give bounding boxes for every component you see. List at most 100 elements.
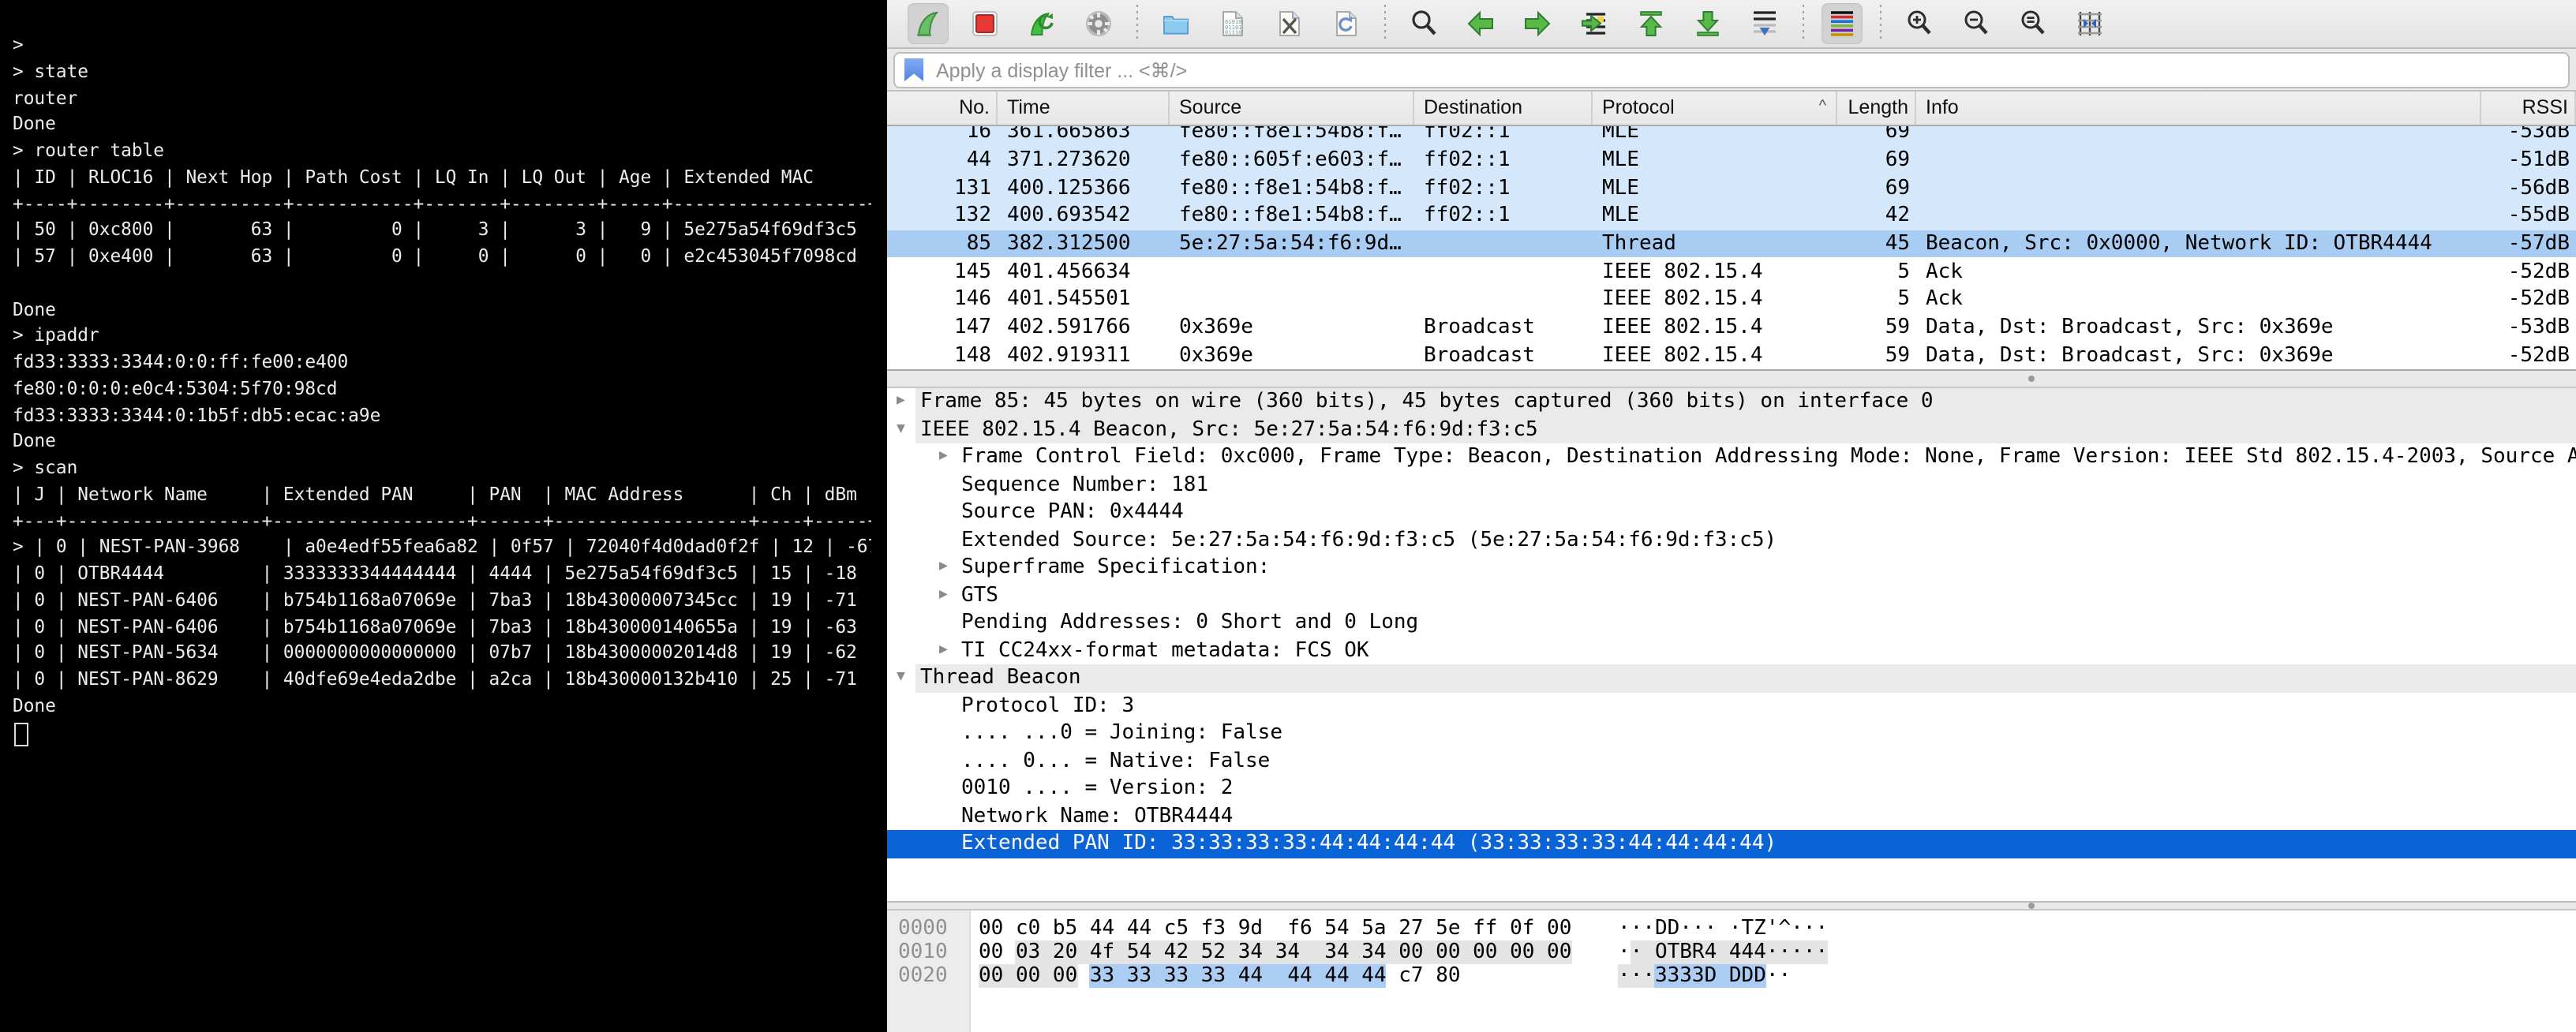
column-header-label: No. [959, 96, 990, 118]
last-packet-button[interactable] [1687, 3, 1728, 44]
next-packet-button[interactable] [1517, 3, 1558, 44]
detail-row[interactable]: ▶ TI CC24xx-format metadata: FCS OK [887, 637, 2576, 664]
last-packet-icon [1692, 8, 1724, 39]
packet-cell-time: 361.665863 [998, 126, 1170, 144]
detail-row[interactable]: Protocol ID: 3 [887, 692, 2576, 720]
zoom-out-button[interactable] [1956, 3, 1997, 44]
detail-row[interactable]: Pending Addresses: 0 Short and 0 Long [887, 609, 2576, 637]
terminal-line: > | 0 | NEST-PAN-3968 | a0e4edf55fea6a82… [13, 536, 871, 558]
terminal-cursor [14, 722, 28, 746]
reload-file-button[interactable] [1326, 3, 1367, 44]
detail-row[interactable]: Source PAN: 0x4444 [887, 499, 2576, 526]
detail-row[interactable]: ▶GTS [887, 581, 2576, 609]
detail-row[interactable]: 0010 .... = Version: 2 [887, 775, 2576, 802]
collapsed-arrow-icon[interactable]: ▶ [939, 637, 948, 664]
expanded-arrow-icon[interactable]: ▼ [897, 664, 905, 692]
hex-row[interactable]: 0010 00 03 20 4f 54 42 52 34 34 34 34 00 … [887, 940, 2576, 964]
stop-capture-button[interactable] [964, 3, 1005, 44]
hex-row[interactable]: 0020 00 00 00 33 33 33 33 44 44 44 44 c7 … [887, 964, 2576, 988]
hex-bytes[interactable]: 00 00 00 33 33 33 33 44 44 44 44 c7 80 [979, 964, 1461, 988]
hex-bytes[interactable]: 00 c0 b5 44 44 c5 f3 9d f6 54 5a 27 5e f… [979, 917, 1571, 940]
packet-cell-rssi: -51dB [2481, 148, 2576, 172]
terminal-line: > router table [13, 139, 164, 161]
terminal-line: > state [13, 60, 88, 82]
detail-text: TI CC24xx-format metadata: FCS OK [961, 638, 1369, 662]
column-header-time[interactable]: Time [998, 92, 1170, 125]
packet-cell-rssi: -53dB [2481, 126, 2576, 144]
collapsed-arrow-icon[interactable]: ▶ [897, 388, 905, 416]
packet-cell-rssi: -56dB [2481, 176, 2576, 200]
collapsed-arrow-icon[interactable]: ▶ [939, 443, 948, 471]
column-header-protocol[interactable]: Protocol^ [1593, 92, 1837, 125]
start-capture-button[interactable] [908, 3, 949, 44]
column-header-no[interactable]: No. [887, 92, 998, 125]
go-to-packet-icon [1578, 8, 1610, 39]
hex-ascii[interactable]: ···DD··· ·TZ'^··· [1618, 917, 1828, 940]
column-header-rssi[interactable]: RSSI [2481, 92, 2576, 125]
collapsed-arrow-icon[interactable]: ▶ [939, 581, 948, 609]
first-packet-button[interactable] [1631, 3, 1672, 44]
open-file-button[interactable] [1155, 3, 1196, 44]
packet-cell-length: 42 [1837, 204, 1916, 228]
detail-row[interactable]: Sequence Number: 181 [887, 471, 2576, 499]
packet-row-145[interactable]: 145401.456634IEEE 802.15.45Ack-52dB [887, 258, 2576, 286]
pane-splitter-list-details[interactable] [887, 369, 2576, 388]
detail-row[interactable]: ▼IEEE 802.15.4 Beacon, Src: 5e:27:5a:54:… [887, 416, 2576, 443]
packet-cell-protocol: MLE [1593, 176, 1837, 200]
packet-row-44[interactable]: 44371.273620fe80::605f:e603:f…ff02::1MLE… [887, 146, 2576, 174]
capture-options-button[interactable] [1078, 3, 1119, 44]
save-file-button[interactable]: 010100110101110 [1212, 3, 1253, 44]
zoom-in-button[interactable] [1899, 3, 1940, 44]
packet-row-148[interactable]: 148402.9193110x369eBroadcastIEEE 802.15.… [887, 342, 2576, 369]
detail-text: Protocol ID: 3 [961, 694, 1134, 717]
restart-capture-button[interactable] [1021, 3, 1062, 44]
resize-columns-button[interactable] [2069, 3, 2110, 44]
auto-scroll-button[interactable] [1744, 3, 1785, 44]
packet-row-147[interactable]: 147402.5917660x369eBroadcastIEEE 802.15.… [887, 314, 2576, 342]
detail-row[interactable]: .... ...0 = Joining: False [887, 720, 2576, 747]
stop-capture-icon [969, 8, 1001, 39]
filter-bookmark-icon[interactable] [904, 58, 923, 81]
packet-cell-no: 148 [887, 344, 998, 368]
detail-row[interactable]: ▶Frame Control Field: 0xc000, Frame Type… [887, 443, 2576, 471]
expanded-arrow-icon[interactable]: ▼ [897, 416, 905, 443]
column-header-label: Info [1926, 96, 1959, 118]
column-header-label: RSSI [2522, 96, 2568, 118]
hex-ascii[interactable]: ·· OTBR4 444····· [1618, 940, 1828, 964]
detail-row[interactable]: .... 0... = Native: False [887, 747, 2576, 775]
pane-splitter-details-hex[interactable] [887, 901, 2576, 910]
detail-row[interactable]: Network Name: OTBR4444 [887, 802, 2576, 830]
packet-row-131[interactable]: 131400.125366fe80::f8e1:54b8:f…ff02::1ML… [887, 174, 2576, 202]
hex-offset: 0010 [898, 940, 948, 964]
hex-bytes[interactable]: 00 03 20 4f 54 42 52 34 34 34 34 00 00 0… [979, 940, 1571, 964]
terminal-line: | 57 | 0xe400 | 63 | 0 | 0 | 0 | 0 | e2c… [13, 245, 871, 267]
detail-row[interactable]: ▶Frame 85: 45 bytes on wire (360 bits), … [887, 388, 2576, 416]
detail-row[interactable]: Extended Source: 5e:27:5a:54:f6:9d:f3:c5… [887, 526, 2576, 554]
hex-ascii[interactable]: ···3333D DDD·· [1618, 964, 1791, 988]
close-file-button[interactable] [1269, 3, 1310, 44]
previous-packet-button[interactable] [1460, 3, 1501, 44]
hex-offset: 0020 [898, 964, 948, 988]
packet-row-85[interactable]: 85382.3125005e:27:5a:54:f6:9d…Thread45Be… [887, 230, 2576, 258]
colorize-packets-button[interactable] [1822, 3, 1863, 44]
zoom-100-button[interactable] [2012, 3, 2054, 44]
packet-cell-protocol: IEEE 802.15.4 [1593, 288, 1837, 312]
hex-row[interactable]: 000000 c0 b5 44 44 c5 f3 9d f6 54 5a 27 … [887, 917, 2576, 940]
find-packet-button[interactable] [1403, 3, 1444, 44]
detail-row-selected[interactable]: Extended PAN ID: 33:33:33:33:44:44:44:44… [887, 830, 2576, 858]
packet-row-146[interactable]: 146401.545501IEEE 802.15.45Ack-52dB [887, 286, 2576, 313]
terminal-window[interactable]: > > state router Done > router table | I… [0, 0, 887, 1032]
column-header-destination[interactable]: Destination [1414, 92, 1593, 125]
packet-cell-time: 400.693542 [998, 204, 1170, 228]
column-header-source[interactable]: Source [1170, 92, 1414, 125]
detail-row[interactable]: ▶Superframe Specification: [887, 554, 2576, 581]
go-to-packet-button[interactable] [1574, 3, 1615, 44]
column-header-info[interactable]: Info [1916, 92, 2481, 125]
packet-row-16[interactable]: 16361.665863fe80::f8e1:54b8:f…ff02::1MLE… [887, 126, 2576, 146]
packet-row-132[interactable]: 132400.693542fe80::f8e1:54b8:f…ff02::1ML… [887, 202, 2576, 230]
collapsed-arrow-icon[interactable]: ▶ [939, 554, 948, 581]
display-filter-input[interactable]: Apply a display filter ... <⌘/> [893, 51, 2570, 88]
terminal-line: +----+--------+----------+-----------+--… [13, 192, 871, 214]
column-header-length[interactable]: Length [1837, 92, 1916, 125]
detail-row[interactable]: ▼Thread Beacon [887, 664, 2576, 692]
